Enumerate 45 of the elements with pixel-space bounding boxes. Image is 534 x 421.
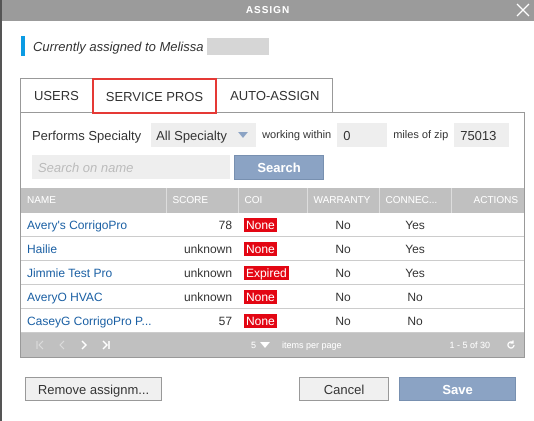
cancel-button[interactable]: Cancel	[299, 377, 389, 401]
name-link[interactable]: Avery's CorrigoPro	[21, 213, 166, 236]
page-size-label: items per page	[282, 340, 342, 350]
table-cell: No	[307, 284, 379, 308]
table-cell: Yes	[379, 213, 451, 236]
table-cell: Yes	[379, 236, 451, 260]
previous-page-icon[interactable]	[57, 340, 67, 350]
close-icon[interactable]	[516, 3, 530, 17]
caret-icon	[238, 132, 248, 138]
coi-status: None	[244, 242, 277, 256]
specialty-label: Performs Specialty	[32, 128, 142, 142]
table-cell: unknown	[166, 236, 238, 260]
zip-label: miles of zip	[393, 129, 448, 141]
specialty-dropdown[interactable]: All Specialty	[151, 123, 256, 147]
first-page-icon[interactable]	[35, 340, 45, 350]
zip-field[interactable]: 75013	[454, 123, 510, 147]
table-cell: No	[379, 284, 451, 308]
window-title: ASSIGN	[246, 5, 290, 16]
name-link[interactable]: Hailie	[21, 236, 166, 260]
tab[interactable]: AUTO-ASSIGN	[216, 78, 334, 112]
caret-icon[interactable]	[260, 342, 270, 348]
tab[interactable]: SERVICE PROS	[92, 78, 218, 114]
tab[interactable]: USERS	[20, 78, 93, 112]
table-cell: unknown	[166, 260, 238, 284]
table-cell: No	[307, 260, 379, 284]
name-link[interactable]: AveryO HVAC	[21, 284, 166, 308]
coi-status: None	[244, 218, 277, 232]
notice-text: Currently assigned to Melissa	[33, 38, 204, 54]
miles-field[interactable]: 0	[337, 123, 388, 147]
redaction-block	[206, 38, 269, 54]
table-cell: Yes	[379, 260, 451, 284]
table-cell: No	[307, 236, 379, 260]
table-cell: 78	[166, 213, 238, 236]
coi-status: None	[244, 290, 277, 304]
next-page-icon[interactable]	[79, 340, 89, 350]
name-link[interactable]: Jimmie Test Pro	[21, 260, 166, 284]
remove-assignment-button[interactable]: Remove assignm...	[25, 377, 162, 401]
last-page-icon[interactable]	[101, 340, 111, 350]
page-range: 1 - 5 of 30	[449, 340, 490, 350]
coi-status: Expired	[244, 266, 289, 280]
within-label: working within	[262, 129, 332, 141]
coi-status: None	[244, 314, 277, 328]
refresh-icon[interactable]	[506, 340, 516, 350]
table-cell: unknown	[166, 284, 238, 308]
table-cell: No	[307, 213, 379, 236]
